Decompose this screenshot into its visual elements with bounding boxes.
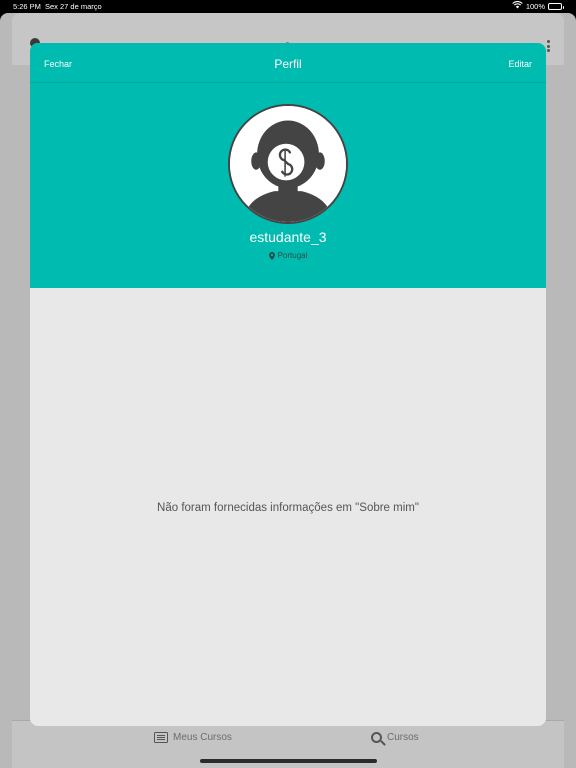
about-empty-message: Não foram fornecidas informações em "Sob… <box>157 502 419 514</box>
more-options-icon <box>547 40 550 52</box>
battery-icon <box>548 2 564 10</box>
wifi-icon <box>512 1 523 11</box>
screen: 5:26 PM Sex 27 de março 100% Meus Cursos <box>0 0 576 768</box>
tab-cursos-label: Cursos <box>387 732 419 743</box>
status-time: 5:26 PM <box>13 2 41 11</box>
status-right: 100% <box>512 1 564 11</box>
home-indicator[interactable] <box>200 759 377 763</box>
modal-header: Fechar Perfil Editar <box>30 43 546 83</box>
list-icon <box>154 732 168 743</box>
tab-meus-cursos[interactable]: Meus Cursos <box>154 732 232 743</box>
battery-percent: 100% <box>525 1 545 11</box>
tab-cursos[interactable]: Cursos <box>371 732 419 743</box>
status-date: Sex 27 de março <box>45 2 102 11</box>
search-icon <box>371 732 382 743</box>
location-pin-icon <box>268 251 275 260</box>
profile-modal: Fechar Perfil Editar estudante_3 Portuga… <box>30 43 546 726</box>
edit-button[interactable]: Editar <box>508 59 532 69</box>
default-avatar-icon[interactable] <box>228 104 348 224</box>
tab-meus-cursos-label: Meus Cursos <box>173 732 232 743</box>
profile-hero: estudante_3 Portugal <box>30 83 546 288</box>
profile-location-text: Portugal <box>277 251 308 260</box>
profile-location: Portugal <box>30 251 546 260</box>
modal-title: Perfil <box>274 57 302 71</box>
status-bar: 5:26 PM Sex 27 de março 100% <box>0 0 576 12</box>
profile-username: estudante_3 <box>249 229 327 245</box>
